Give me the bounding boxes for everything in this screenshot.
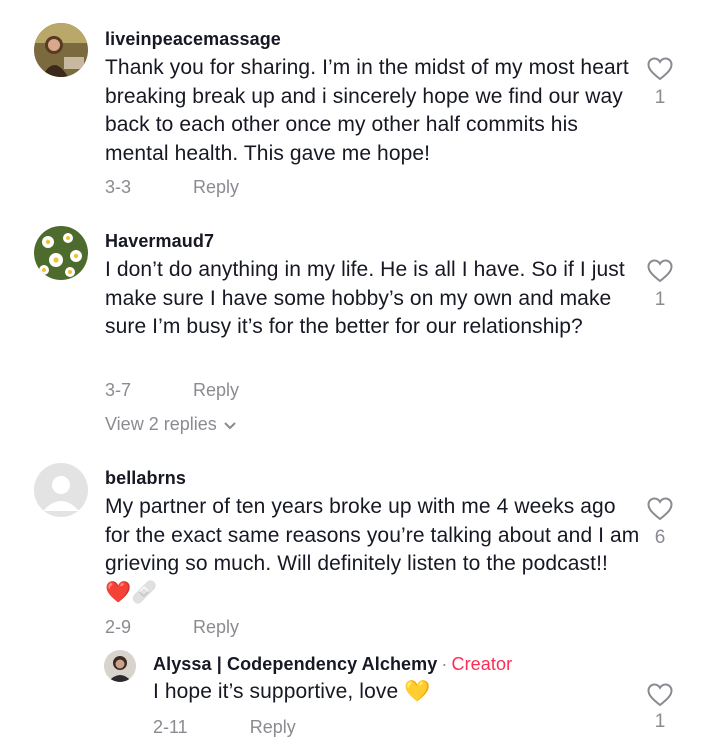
heart-outline-icon <box>647 259 673 283</box>
reply-username[interactable]: Alyssa | Codependency Alchemy <box>153 654 437 674</box>
creator-avatar[interactable] <box>104 650 136 682</box>
heart-outline-icon <box>647 57 673 81</box>
default-user-avatar-icon <box>34 463 88 517</box>
view-replies-button[interactable]: View 2 replies <box>105 414 237 436</box>
comment-username[interactable]: bellabrns <box>105 468 186 489</box>
reply-date: 2-11 <box>153 717 188 737</box>
reply-button[interactable]: Reply <box>193 617 239 637</box>
comment-date: 2-9 <box>105 617 132 637</box>
photo-avatar-creator-icon <box>104 650 136 682</box>
user-avatar[interactable] <box>34 23 88 77</box>
reply-meta: 2-11 Reply <box>153 717 296 738</box>
comment-text: I don’t do anything in my life. He is al… <box>105 258 625 338</box>
daisy-flowers-avatar-icon <box>34 226 88 280</box>
reply-button[interactable]: Reply <box>193 177 239 197</box>
separator-dot: · <box>441 654 448 674</box>
comment-text: Thank you for sharing. I’m in the midst … <box>105 56 629 165</box>
comment-meta: 3-3 Reply <box>105 177 239 198</box>
comment-text: My partner of ten years broke up with me… <box>105 495 640 604</box>
comment-date: 3-3 <box>105 177 132 197</box>
user-avatar[interactable] <box>34 463 88 517</box>
chevron-down-icon <box>223 415 237 436</box>
comment-username[interactable]: Havermaud7 <box>105 231 214 252</box>
comment-meta: 2-9 Reply <box>105 617 239 638</box>
comment-date: 3-7 <box>105 380 132 400</box>
comment-meta: 3-7 Reply <box>105 380 239 401</box>
photo-avatar-person-icon <box>34 23 88 77</box>
like-button[interactable]: 1 <box>640 683 680 733</box>
reply-text: I hope it’s supportive, love 💛 <box>153 680 431 703</box>
reply-button[interactable]: Reply <box>193 380 239 400</box>
reply-username-line: Alyssa | Codependency Alchemy · Creator <box>153 654 512 675</box>
like-count: 1 <box>654 289 666 310</box>
view-replies-label: View 2 replies <box>105 414 217 434</box>
user-avatar[interactable] <box>34 226 88 280</box>
like-button[interactable]: 6 <box>640 497 680 549</box>
like-count: 1 <box>654 87 666 108</box>
reply-button[interactable]: Reply <box>250 717 296 737</box>
like-button[interactable]: 1 <box>640 57 680 109</box>
like-count: 6 <box>654 527 666 548</box>
like-button[interactable]: 1 <box>640 259 680 311</box>
heart-outline-icon <box>647 683 673 707</box>
comment-username[interactable]: liveinpeacemassage <box>105 29 281 50</box>
like-count: 1 <box>654 711 666 732</box>
creator-badge: Creator <box>451 654 513 674</box>
heart-outline-icon <box>647 497 673 521</box>
